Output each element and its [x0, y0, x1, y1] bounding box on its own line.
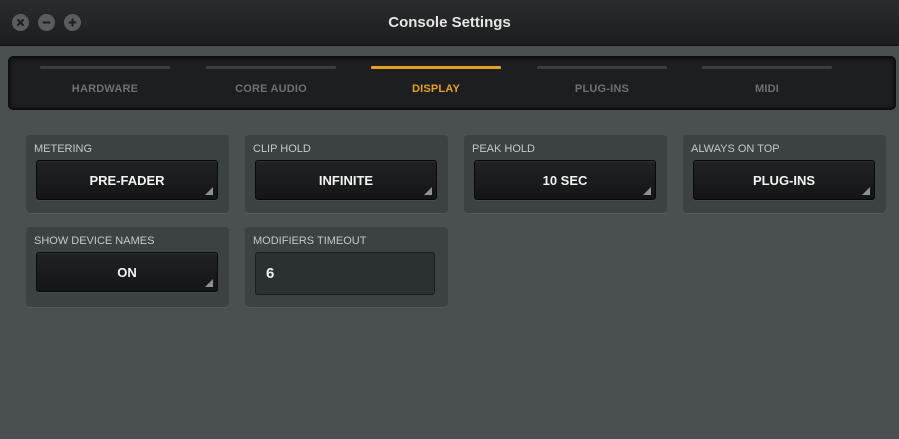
metering-label: METERING: [34, 143, 93, 155]
modifiers-timeout-input[interactable]: 6: [255, 252, 435, 295]
peak-hold-label: PEAK HOLD: [472, 143, 535, 155]
tab-indicator: [702, 66, 832, 69]
clip-hold-label: CLIP HOLD: [253, 143, 311, 155]
dropdown-corner-icon: [643, 187, 651, 195]
dropdown-corner-icon: [205, 279, 213, 287]
always-on-top-label: ALWAYS ON TOP: [691, 143, 780, 155]
title-bar: Console Settings: [0, 0, 899, 46]
tab-indicator: [537, 66, 667, 69]
tab-label: PLUG-INS: [574, 83, 630, 95]
tab-plug-ins[interactable]: PLUG-INS: [537, 58, 667, 108]
show-device-names-panel: SHOW DEVICE NAMES ON: [26, 227, 229, 307]
modifiers-timeout-value: 6: [266, 265, 275, 282]
tab-label: MIDI: [754, 83, 780, 95]
show-device-names-label: SHOW DEVICE NAMES: [34, 235, 155, 247]
modifiers-timeout-label: MODIFIERS TIMEOUT: [253, 235, 367, 247]
metering-dropdown[interactable]: PRE-FADER: [36, 160, 218, 200]
clip-hold-dropdown[interactable]: INFINITE: [255, 160, 437, 200]
always-on-top-dropdown[interactable]: PLUG-INS: [693, 160, 875, 200]
show-device-names-dropdown[interactable]: ON: [36, 252, 218, 292]
peak-hold-panel: PEAK HOLD 10 SEC: [464, 135, 667, 213]
show-device-names-value: ON: [117, 265, 137, 280]
dropdown-corner-icon: [862, 187, 870, 195]
tab-indicator: [206, 66, 336, 69]
console-settings-window: Console Settings HARDWARE CORE AUDIO DIS…: [0, 0, 899, 439]
settings-tab-strip: HARDWARE CORE AUDIO DISPLAY PLUG-INS MID…: [8, 56, 896, 110]
clip-hold-value: INFINITE: [318, 173, 374, 188]
tab-hardware[interactable]: HARDWARE: [40, 58, 170, 108]
tab-core-audio[interactable]: CORE AUDIO: [206, 58, 336, 108]
tab-label: HARDWARE: [71, 83, 139, 95]
tab-label: DISPLAY: [411, 83, 461, 95]
clip-hold-panel: CLIP HOLD INFINITE: [245, 135, 448, 213]
modifiers-timeout-panel: MODIFIERS TIMEOUT 6: [245, 227, 448, 307]
peak-hold-dropdown[interactable]: 10 SEC: [474, 160, 656, 200]
peak-hold-value: 10 SEC: [542, 173, 588, 188]
tab-midi[interactable]: MIDI: [702, 58, 832, 108]
tab-display[interactable]: DISPLAY: [371, 58, 501, 108]
metering-value: PRE-FADER: [89, 173, 165, 188]
tab-indicator: [371, 66, 501, 69]
metering-panel: METERING PRE-FADER: [26, 135, 229, 213]
tab-label: CORE AUDIO: [235, 83, 307, 95]
always-on-top-panel: ALWAYS ON TOP PLUG-INS: [683, 135, 886, 213]
dropdown-corner-icon: [424, 187, 432, 195]
tab-indicator: [40, 66, 170, 69]
window-title: Console Settings: [388, 14, 511, 31]
always-on-top-value: PLUG-INS: [752, 173, 816, 188]
dropdown-corner-icon: [205, 187, 213, 195]
